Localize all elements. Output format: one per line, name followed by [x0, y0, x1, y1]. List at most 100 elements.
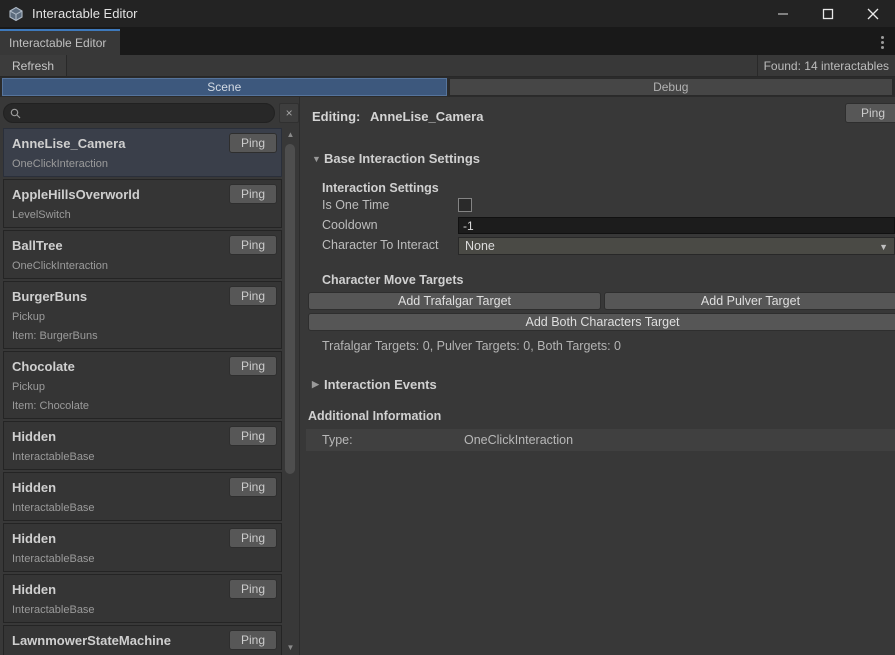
- is-one-time-checkbox[interactable]: [458, 198, 472, 212]
- tab-menu-icon[interactable]: [875, 34, 889, 50]
- type-value: OneClickInteraction: [464, 433, 573, 447]
- add-trafalgar-label: Add Trafalgar Target: [398, 294, 511, 308]
- main-content: × AnneLise_Camera OneClickInteraction Ping…: [0, 97, 895, 655]
- ping-button[interactable]: Ping: [229, 286, 277, 306]
- list-item-detail: Pickup: [12, 311, 273, 323]
- editor-tab-label: Interactable Editor: [9, 36, 106, 50]
- unity-cube-icon: [8, 6, 24, 22]
- ping-button[interactable]: Ping: [229, 184, 277, 204]
- cooldown-row: Cooldown -1: [300, 216, 895, 235]
- ping-button[interactable]: Ping: [229, 477, 277, 497]
- list-item[interactable]: HiddenInteractableBasePing: [3, 421, 282, 470]
- inspector-panel: Editing: AnneLise_Camera Ping ▼ Base Int…: [300, 97, 895, 655]
- interaction-settings-header: Interaction Settings: [300, 181, 895, 195]
- close-button[interactable]: [850, 0, 895, 27]
- search-box: [3, 103, 275, 123]
- interaction-events-foldout[interactable]: ▶ Interaction Events: [300, 377, 895, 392]
- search-clear-button[interactable]: ×: [279, 103, 299, 123]
- found-count-label: Found: 14 interactables: [758, 59, 895, 73]
- ping-button[interactable]: Ping: [229, 356, 277, 376]
- list-item-detail: OneClickInteraction: [12, 260, 273, 272]
- interactable-list: AnneLise_CameraOneClickInteractionPingAp…: [0, 128, 282, 655]
- list-item[interactable]: LawnmowerStateMachineOneClickInteraction…: [3, 625, 282, 655]
- is-one-time-label: Is One Time: [322, 198, 389, 212]
- list-item[interactable]: HiddenInteractableBasePing: [3, 574, 282, 623]
- ping-button[interactable]: Ping: [229, 426, 277, 446]
- foldout-open-icon: ▼: [312, 154, 324, 164]
- interactable-editor-window: Interactable Editor Interactable Editor …: [0, 0, 895, 655]
- list-item-detail: InteractableBase: [12, 502, 273, 514]
- base-foldout-label: Base Interaction Settings: [324, 151, 480, 166]
- list-item[interactable]: AnneLise_CameraOneClickInteractionPing: [3, 128, 282, 177]
- ping-button[interactable]: Ping: [229, 235, 277, 255]
- scroll-down-icon[interactable]: ▼: [282, 643, 299, 653]
- targets-summary: Trafalgar Targets: 0, Pulver Targets: 0,…: [322, 339, 895, 353]
- list-scrollbar[interactable]: ▲ ▼: [282, 128, 299, 655]
- type-label: Type:: [322, 433, 353, 447]
- editing-label: Editing:: [312, 109, 360, 124]
- inspector-ping-label: Ping: [861, 106, 885, 120]
- list-item-detail: OneClickInteraction: [12, 158, 273, 170]
- scroll-up-icon[interactable]: ▲: [282, 130, 299, 140]
- list-item[interactable]: ChocolatePickupItem: ChocolatePing: [3, 351, 282, 419]
- character-to-interact-dropdown[interactable]: None ▼: [458, 237, 895, 255]
- add-both-characters-target-button[interactable]: Add Both Characters Target: [308, 313, 895, 331]
- search-icon: [10, 108, 21, 119]
- tab-scene-label: Scene: [207, 80, 241, 94]
- list-item[interactable]: BurgerBunsPickupItem: BurgerBunsPing: [3, 281, 282, 349]
- list-item-detail: Pickup: [12, 381, 273, 393]
- inspector-ping-button[interactable]: Ping: [845, 103, 895, 123]
- character-to-interact-label: Character To Interact: [322, 238, 439, 252]
- list-item[interactable]: AppleHillsOverworldLevelSwitchPing: [3, 179, 282, 228]
- add-pulver-target-button[interactable]: Add Pulver Target: [604, 292, 895, 310]
- scene-list-panel: × AnneLise_CameraOneClickInteractionPing…: [0, 97, 300, 655]
- add-both-label: Add Both Characters Target: [525, 315, 679, 329]
- move-target-buttons: Add Trafalgar Target Add Pulver Target: [308, 292, 895, 310]
- add-trafalgar-target-button[interactable]: Add Trafalgar Target: [308, 292, 601, 310]
- list-item-detail: InteractableBase: [12, 553, 273, 565]
- list-item-detail: Item: BurgerBuns: [12, 330, 273, 342]
- list-item[interactable]: BallTreeOneClickInteractionPing: [3, 230, 282, 279]
- tab-debug[interactable]: Debug: [449, 78, 894, 96]
- character-to-interact-row: Character To Interact None ▼: [300, 236, 895, 255]
- list-item[interactable]: HiddenInteractableBasePing: [3, 523, 282, 572]
- view-tab-strip: Scene Debug: [0, 77, 895, 97]
- cooldown-label: Cooldown: [322, 218, 378, 232]
- base-interaction-settings-foldout[interactable]: ▼ Base Interaction Settings: [300, 151, 895, 166]
- list-item[interactable]: HiddenInteractableBasePing: [3, 472, 282, 521]
- title-bar: Interactable Editor: [0, 0, 895, 27]
- minimize-button[interactable]: [760, 0, 805, 27]
- additional-information-header: Additional Information: [300, 409, 895, 423]
- toolbar: Refresh Found: 14 interactables: [0, 55, 895, 77]
- dropdown-selected-value: None: [465, 239, 495, 253]
- cooldown-field[interactable]: -1: [458, 217, 895, 234]
- search-input[interactable]: [26, 104, 272, 122]
- window-controls: [760, 0, 895, 27]
- refresh-button[interactable]: Refresh: [0, 55, 67, 76]
- ping-button[interactable]: Ping: [229, 528, 277, 548]
- list-item-detail: InteractableBase: [12, 451, 273, 463]
- events-foldout-label: Interaction Events: [324, 377, 437, 392]
- ping-button[interactable]: Ping: [229, 133, 277, 153]
- character-move-targets-header: Character Move Targets: [300, 273, 895, 287]
- tab-scene[interactable]: Scene: [2, 78, 447, 96]
- ping-button[interactable]: Ping: [229, 579, 277, 599]
- editing-header: Editing: AnneLise_Camera Ping: [300, 106, 895, 130]
- list-item-detail: LevelSwitch: [12, 209, 273, 221]
- editor-tab-bar: Interactable Editor: [0, 27, 895, 55]
- list-item-detail: InteractableBase: [12, 604, 273, 616]
- tab-debug-label: Debug: [653, 80, 688, 94]
- tab-interactable-editor[interactable]: Interactable Editor: [0, 29, 120, 55]
- search-row: ×: [0, 97, 299, 128]
- maximize-button[interactable]: [805, 0, 850, 27]
- window-title: Interactable Editor: [32, 6, 138, 21]
- add-pulver-label: Add Pulver Target: [701, 294, 800, 308]
- ping-button[interactable]: Ping: [229, 630, 277, 650]
- refresh-button-label: Refresh: [12, 59, 54, 73]
- editing-target-name: AnneLise_Camera: [370, 109, 483, 124]
- list-item-detail: Item: Chocolate: [12, 400, 273, 412]
- foldout-closed-icon: ▶: [312, 379, 324, 390]
- scrollbar-thumb[interactable]: [285, 144, 295, 474]
- is-one-time-row: Is One Time: [300, 196, 895, 215]
- type-row: Type: OneClickInteraction: [306, 429, 895, 451]
